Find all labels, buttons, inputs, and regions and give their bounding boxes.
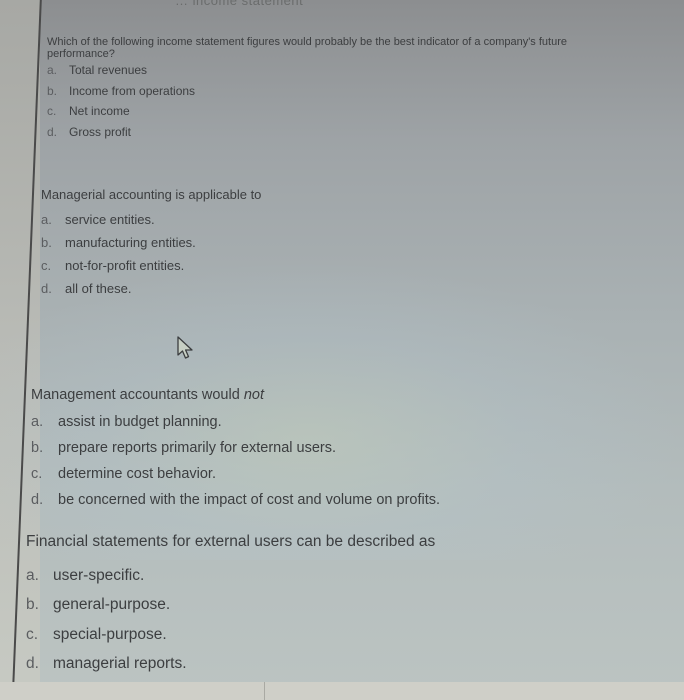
mouse-pointer-icon [177, 336, 193, 359]
option-b[interactable]: b. manufacturing entities. [41, 231, 261, 254]
question-stem: Which of the following income statement … [47, 36, 567, 60]
question-1: Which of the following income statement … [47, 36, 607, 142]
option-c[interactable]: c. not-for-profit entities. [41, 254, 261, 277]
option-d[interactable]: d. managerial reports. [26, 650, 435, 680]
option-text: managerial reports. [53, 655, 187, 673]
question-stem: Management accountants would not [31, 385, 440, 405]
option-letter: b. [31, 440, 44, 456]
option-d[interactable]: d. Gross profit [47, 122, 607, 143]
option-c[interactable]: c. special-purpose. [26, 620, 435, 650]
question-2: Managerial accounting is applicable to a… [41, 186, 261, 300]
option-text: not-for-profit entities. [65, 258, 185, 273]
option-text: assist in budget planning. [58, 414, 222, 430]
option-text: manufacturing entities. [65, 235, 196, 250]
option-a[interactable]: a. service entities. [41, 208, 261, 231]
option-a[interactable]: a. assist in budget planning. [31, 409, 440, 435]
option-letter: b. [26, 596, 39, 614]
option-b[interactable]: b. prepare reports primarily for externa… [31, 435, 440, 461]
option-letter: a. [47, 63, 58, 78]
option-c[interactable]: c. Net income [47, 101, 607, 122]
option-letter: b. [47, 83, 58, 98]
option-a[interactable]: a. Total revenues [47, 60, 607, 81]
option-b[interactable]: b. general-purpose. [26, 591, 435, 621]
stem-text: Management accountants would [31, 387, 244, 403]
option-d[interactable]: d. be concerned with the impact of cost … [31, 487, 440, 513]
option-letter: c. [26, 625, 39, 643]
option-letter: c. [41, 258, 52, 273]
option-c[interactable]: c. determine cost behavior. [31, 461, 440, 487]
question-stem: Financial statements for external users … [26, 533, 436, 550]
option-text: all of these. [65, 281, 132, 296]
option-letter: a. [26, 566, 39, 584]
option-letter: d. [41, 281, 52, 296]
option-letter: a. [31, 414, 44, 430]
option-text: general-purpose. [53, 596, 171, 614]
option-letter: d. [47, 124, 58, 139]
option-letter: d. [26, 655, 39, 673]
option-text: user-specific. [53, 566, 145, 584]
option-letter: d. [31, 492, 44, 508]
option-text: Total revenues [69, 63, 148, 78]
question-3: Management accountants would not a. assi… [31, 385, 440, 513]
option-text: special-purpose. [53, 625, 167, 643]
stem-emphasis: not [243, 387, 264, 403]
option-text: determine cost behavior. [58, 466, 216, 482]
option-text: Gross profit [69, 124, 132, 139]
partial-heading: … income statement [175, 0, 304, 8]
bottom-panel [0, 682, 684, 700]
panel-divider [264, 682, 265, 700]
option-a[interactable]: a. user-specific. [26, 561, 435, 591]
option-text: prepare reports primarily for external u… [58, 440, 337, 456]
option-b[interactable]: b. Income from operations [47, 81, 607, 102]
option-text: Net income [69, 104, 130, 119]
option-letter: c. [31, 466, 43, 482]
question-stem: Managerial accounting is applicable to [41, 187, 262, 202]
option-d[interactable]: d. all of these. [41, 277, 261, 300]
option-text: Income from operations [69, 83, 196, 98]
option-letter: c. [47, 104, 57, 119]
option-text: be concerned with the impact of cost and… [58, 492, 441, 508]
option-letter: a. [41, 212, 52, 227]
option-text: service entities. [65, 212, 155, 227]
question-4: Financial statements for external users … [26, 531, 435, 679]
option-letter: b. [41, 235, 52, 250]
